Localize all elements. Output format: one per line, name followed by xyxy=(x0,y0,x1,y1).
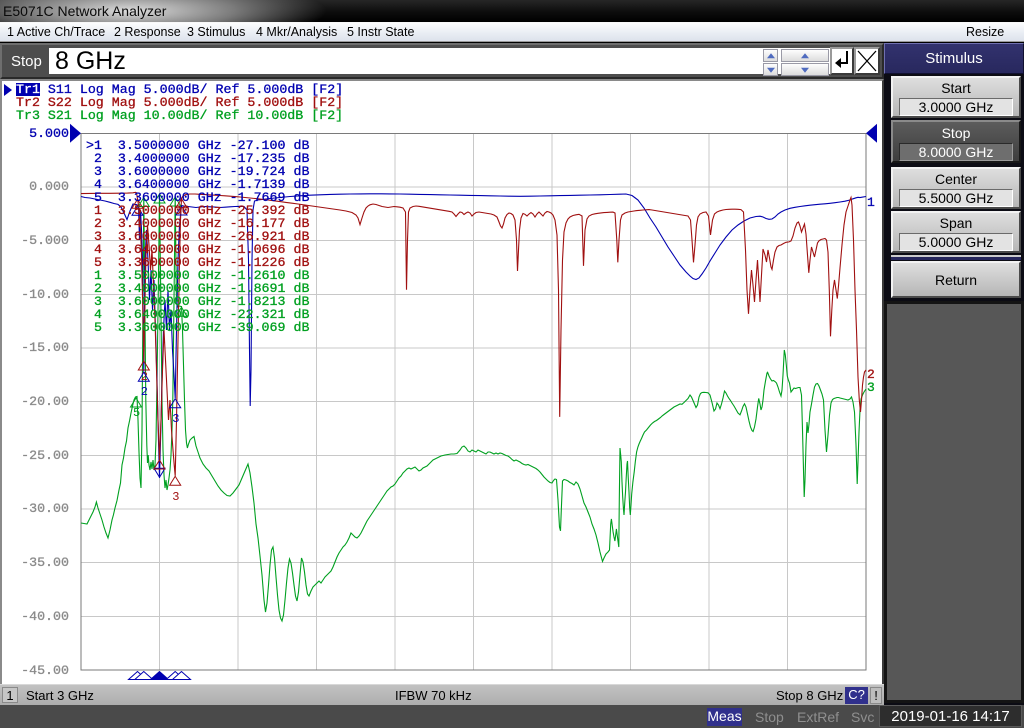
svg-text:2: 2 xyxy=(141,385,148,399)
svg-text:3: 3 xyxy=(172,490,179,504)
svg-text:5: 5 xyxy=(133,406,140,420)
svg-text:3: 3 xyxy=(172,412,179,426)
